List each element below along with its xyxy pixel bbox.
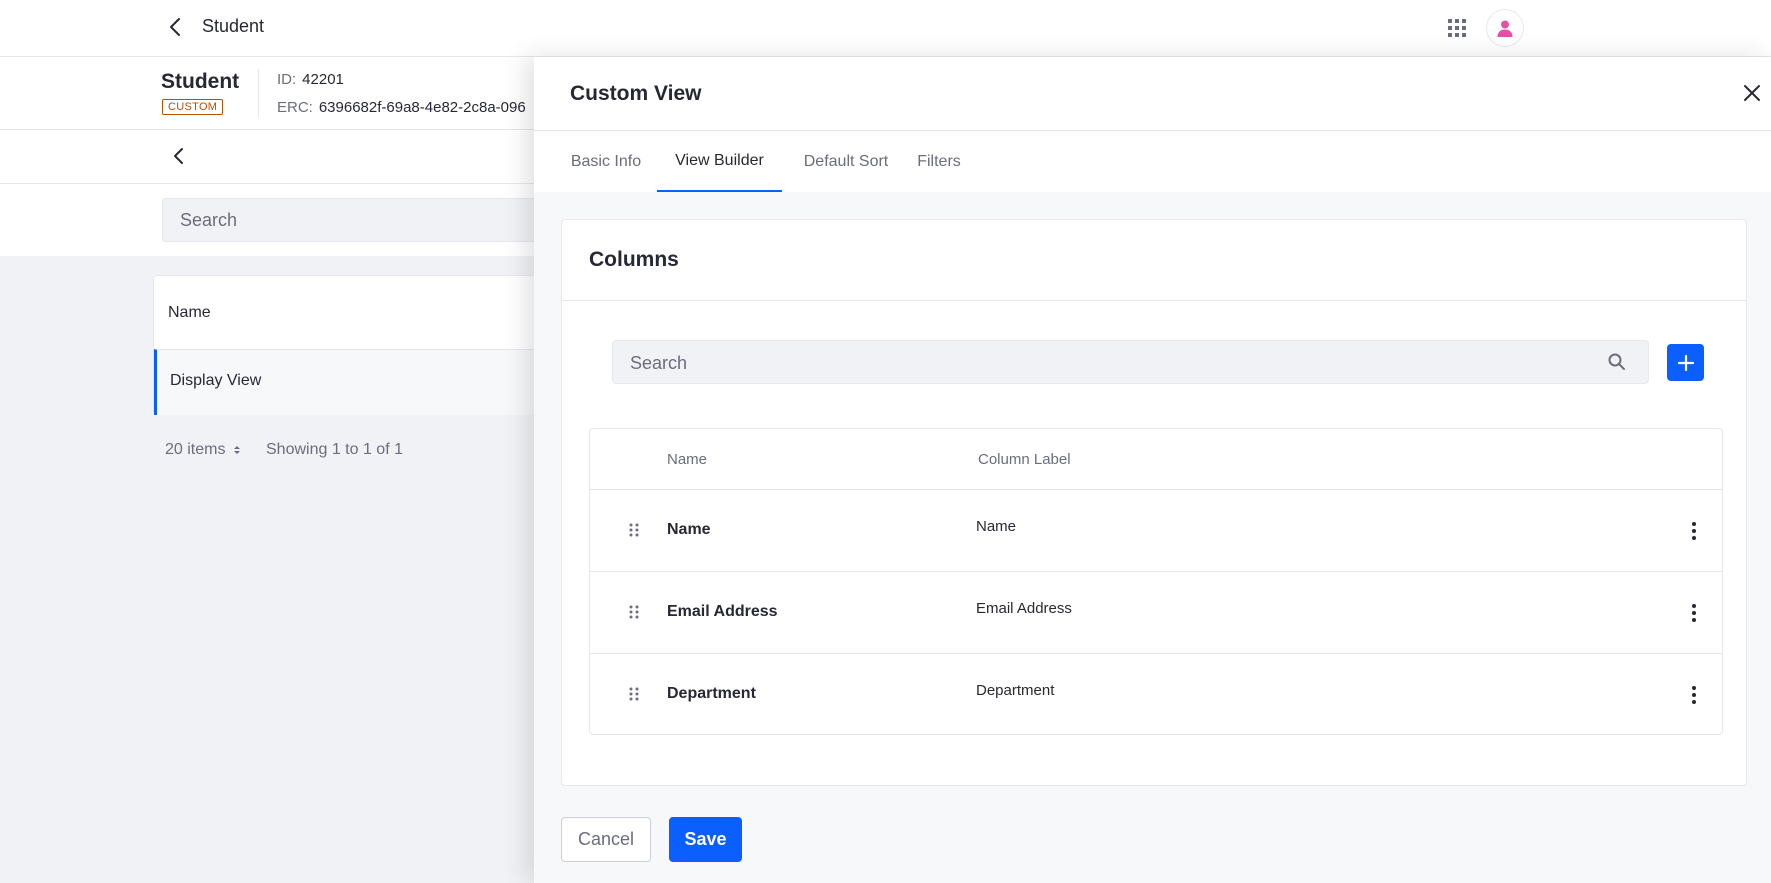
kebab-menu-icon[interactable] [1690, 685, 1698, 705]
table-row: Email Address Email Address [590, 571, 1722, 653]
erc-value: 6396682f-69a8-4e82-2c8a-096 [318, 99, 526, 116]
page-title: Student [202, 16, 265, 36]
columns-search-input[interactable]: Search [612, 340, 1649, 384]
save-button[interactable]: Save [669, 817, 742, 862]
panel-title: Custom View [570, 82, 702, 105]
close-icon[interactable] [1741, 82, 1763, 104]
cancel-button[interactable]: Cancel [561, 817, 651, 862]
divider [562, 300, 1746, 301]
columns-search-placeholder: Search [630, 353, 688, 373]
items-per-page-label: 20 items [165, 441, 226, 458]
custom-badge: CUSTOM [162, 99, 224, 115]
list-header-name: Name [168, 304, 211, 321]
plus-icon [1677, 354, 1694, 371]
column-label: Email Address [976, 600, 1072, 617]
object-erc: ERC: 6396682f-69a8-4e82-2c8a-096 [277, 99, 526, 116]
top-bar: Student [0, 0, 1771, 57]
panel-header: Custom View [534, 57, 1771, 131]
tab-default-sort[interactable]: Default Sort [796, 131, 896, 192]
apps-grid-icon[interactable] [1445, 16, 1469, 40]
sort-caret-icon [233, 445, 240, 454]
items-per-page-select[interactable]: 20 items [165, 441, 242, 459]
column-name: Department [667, 685, 756, 702]
erc-label: ERC: [277, 99, 313, 116]
drag-handle-icon[interactable] [628, 604, 640, 620]
kebab-menu-icon[interactable] [1690, 603, 1698, 623]
back-icon[interactable] [168, 144, 190, 168]
drag-handle-icon[interactable] [628, 686, 640, 702]
columns-table: Name Column Label Name Name Email Addres… [589, 428, 1723, 735]
table-row: Name Name [590, 489, 1722, 571]
column-label: Department [976, 682, 1055, 699]
back-icon[interactable] [164, 14, 188, 40]
column-header-label: Column Label [978, 451, 1071, 468]
columns-title: Columns [589, 248, 679, 271]
divider [258, 69, 259, 117]
column-label: Name [976, 518, 1017, 535]
id-value: 42201 [302, 71, 344, 88]
columns-section: Columns Search Name Column Label Name Na… [561, 219, 1747, 786]
column-header-name: Name [667, 451, 708, 468]
search-icon[interactable] [1607, 352, 1627, 372]
custom-view-panel: Custom View Basic Info View Builder Defa… [534, 57, 1771, 883]
drag-handle-icon[interactable] [628, 522, 640, 538]
pagination-summary: Showing 1 to 1 of 1 [266, 441, 403, 458]
id-label: ID: [277, 71, 297, 88]
kebab-menu-icon[interactable] [1690, 521, 1698, 541]
tab-filters[interactable]: Filters [911, 131, 967, 192]
object-id: ID: 42201 [277, 71, 344, 88]
list-item-label: Display View [170, 372, 262, 389]
tab-basic-info[interactable]: Basic Info [570, 131, 642, 192]
user-avatar-icon[interactable] [1486, 9, 1524, 47]
table-row: Department Department [590, 653, 1722, 735]
column-name: Name [667, 521, 711, 538]
object-name: Student [161, 70, 240, 93]
tab-view-builder[interactable]: View Builder [657, 131, 782, 192]
column-name: Email Address [667, 603, 778, 620]
add-column-button[interactable] [1667, 344, 1704, 381]
panel-tabs: Basic Info View Builder Default Sort Fil… [534, 131, 1771, 192]
